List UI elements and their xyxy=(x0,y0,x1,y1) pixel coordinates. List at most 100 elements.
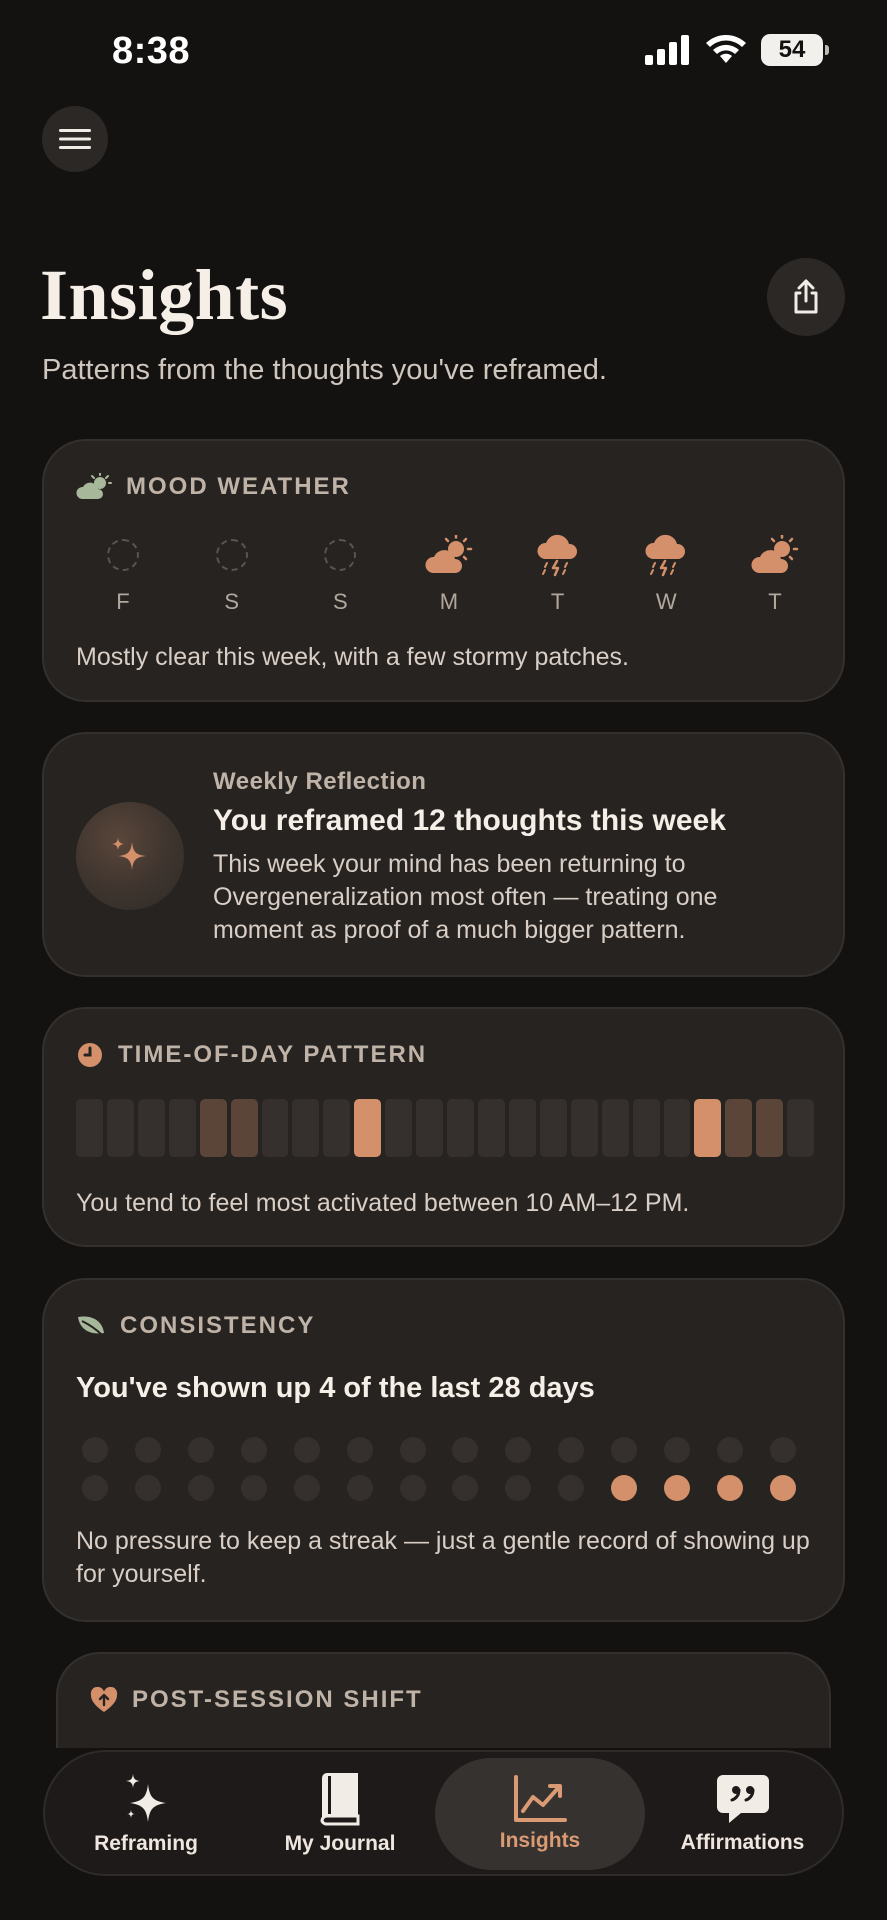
consistency-label: CONSISTENCY xyxy=(120,1312,316,1339)
sparkles-icon xyxy=(112,838,146,870)
menu-button[interactable] xyxy=(42,106,108,172)
chart-icon xyxy=(514,1775,567,1822)
consistency-header: CONSISTENCY xyxy=(76,1312,315,1340)
inactive-day-dot xyxy=(505,1475,532,1501)
reflection-eyebrow: Weekly Reflection xyxy=(213,768,427,795)
inactive-day-dot xyxy=(664,1437,691,1463)
active-day-dot xyxy=(664,1475,691,1501)
sparkle-orb xyxy=(76,802,184,910)
mood-day-label: S xyxy=(332,589,348,614)
mood-day: M xyxy=(416,533,482,615)
hour-bar xyxy=(354,1099,382,1157)
hour-bar xyxy=(199,1099,227,1157)
weekly-reflection-card[interactable]: Weekly Reflection You reframed 12 though… xyxy=(42,732,845,977)
active-day-dot xyxy=(611,1475,638,1501)
active-day-dot xyxy=(769,1475,796,1501)
quote-bubble-icon xyxy=(716,1775,769,1823)
hour-bar xyxy=(447,1099,474,1157)
tab-bar: Reframing My Journal Insights Affirmatio… xyxy=(43,1750,844,1876)
mood-day: W xyxy=(633,533,699,615)
tab-my-journal[interactable]: My Journal xyxy=(245,1758,435,1870)
hour-bar xyxy=(632,1099,660,1157)
hour-bar xyxy=(570,1099,598,1157)
reflection-body: This week your mind has been returning t… xyxy=(213,850,718,944)
tab-reframing-label: Reframing xyxy=(94,1832,198,1855)
hour-bar xyxy=(601,1099,629,1157)
inactive-day-dot xyxy=(505,1437,532,1463)
hour-bar xyxy=(787,1099,815,1157)
inactive-day-dot xyxy=(399,1475,426,1501)
hour-bar xyxy=(756,1099,784,1157)
hour-bar xyxy=(725,1099,753,1157)
inactive-day-dot xyxy=(769,1437,796,1463)
consistency-card[interactable]: CONSISTENCY You've shown up 4 of the las… xyxy=(42,1278,845,1622)
inactive-day-dot xyxy=(717,1437,744,1463)
partly-sunny-icon xyxy=(750,533,800,577)
hour-bar xyxy=(416,1099,444,1157)
hour-bar xyxy=(230,1099,258,1157)
mood-day-label: W xyxy=(655,589,677,614)
consistency-note: No pressure to keep a streak — just a ge… xyxy=(76,1527,810,1588)
mood-day: S xyxy=(199,533,265,615)
share-button[interactable] xyxy=(767,258,845,336)
mood-weather-header: MOOD WEATHER xyxy=(76,473,351,501)
inactive-day-dot xyxy=(558,1437,585,1463)
inactive-day-dot xyxy=(399,1437,426,1463)
page-subtitle: Patterns from the thoughts you've refram… xyxy=(42,354,607,386)
inactive-day-dot xyxy=(452,1437,479,1463)
mood-day: T xyxy=(742,533,808,615)
status-icons: 54 xyxy=(645,34,829,66)
mood-day-label: M xyxy=(439,589,459,614)
tab-affirmations[interactable]: Affirmations xyxy=(645,1758,840,1870)
wifi-icon xyxy=(706,35,746,63)
inactive-day-dot xyxy=(558,1475,585,1501)
hour-bar xyxy=(106,1099,134,1157)
time-of-day-card[interactable]: TIME-OF-DAY PATTERN You tend to feel mos… xyxy=(42,1007,845,1247)
heart-arrow-icon xyxy=(90,1687,118,1712)
hour-bar xyxy=(385,1099,413,1157)
tab-insights[interactable]: Insights xyxy=(435,1758,645,1870)
inactive-day-dot xyxy=(452,1475,479,1501)
status-bar: 8:38 54 xyxy=(0,0,887,100)
inactive-day-dot xyxy=(134,1437,161,1463)
mood-day: S xyxy=(307,533,373,615)
hour-bar xyxy=(168,1099,196,1157)
hour-bar xyxy=(663,1099,691,1157)
battery-indicator: 54 xyxy=(761,34,829,66)
inactive-day-dot xyxy=(293,1437,320,1463)
hour-bar xyxy=(694,1099,722,1157)
post-session-label: POST-SESSION SHIFT xyxy=(132,1686,423,1713)
consistency-title: You've shown up 4 of the last 28 days xyxy=(76,1372,595,1404)
hour-bar xyxy=(477,1099,505,1157)
page-title: Insights xyxy=(40,255,289,335)
inactive-day-dot xyxy=(187,1475,214,1501)
partly-sunny-icon xyxy=(424,533,474,577)
empty-weather-placeholder xyxy=(207,533,257,577)
post-session-header: POST-SESSION SHIFT xyxy=(90,1686,423,1714)
hour-bar xyxy=(323,1099,351,1157)
tab-my-journal-label: My Journal xyxy=(284,1832,396,1855)
empty-weather-placeholder xyxy=(98,533,148,577)
empty-weather-placeholder xyxy=(315,533,365,577)
clock-icon xyxy=(78,1043,102,1067)
partly-sunny-icon xyxy=(76,473,112,499)
time-of-day-header: TIME-OF-DAY PATTERN xyxy=(76,1041,427,1069)
mood-weather-label: MOOD WEATHER xyxy=(126,473,351,500)
cellular-signal-icon xyxy=(645,35,689,65)
mood-day-label: F xyxy=(116,589,130,614)
hamburger-menu-icon xyxy=(59,129,91,149)
status-time: 8:38 xyxy=(112,30,191,72)
inactive-day-dot xyxy=(293,1475,320,1501)
mood-weather-card[interactable]: MOOD WEATHER F S S M T W T Mostly clear this w… xyxy=(42,439,845,702)
mood-day: F xyxy=(90,533,156,615)
inactive-day-dot xyxy=(240,1437,267,1463)
inactive-day-dot xyxy=(82,1475,108,1501)
hour-bar xyxy=(76,1099,103,1157)
mood-day-label: T xyxy=(768,589,782,614)
hour-bar xyxy=(137,1099,165,1157)
hour-bar xyxy=(539,1099,567,1157)
hour-bar xyxy=(508,1099,536,1157)
inactive-day-dot xyxy=(134,1475,161,1501)
tab-reframing[interactable]: Reframing xyxy=(51,1758,241,1870)
hour-bar xyxy=(292,1099,320,1157)
